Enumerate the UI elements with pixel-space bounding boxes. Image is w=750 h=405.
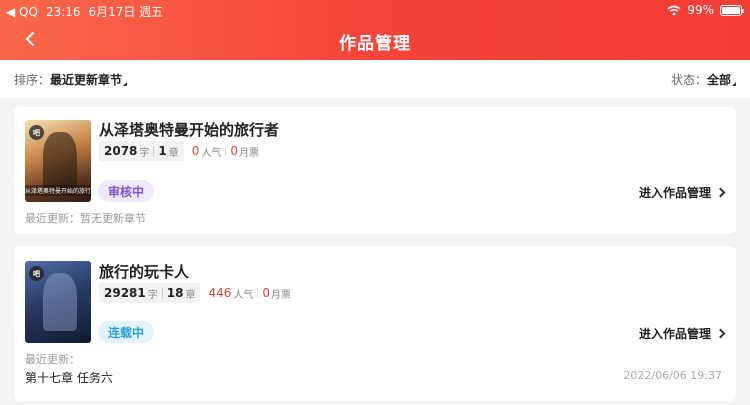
ticket-unit: 月票 bbox=[271, 289, 291, 301]
sort-label: 排序： bbox=[14, 73, 51, 87]
popularity-stats: 0 人气 0 月票 bbox=[192, 144, 259, 159]
app-header: ◀ QQ 23:16 6月17日 週五 99% 作品管理 bbox=[0, 0, 750, 60]
battery-fill bbox=[722, 6, 740, 14]
clock-time: 23:16 bbox=[45, 4, 81, 19]
manage-work-link[interactable]: 进入作品管理 bbox=[638, 325, 726, 342]
work-card[interactable]: 吧 从泽塔奥特曼开始的旅行者 从泽塔奥特曼开始的旅行者 2078 字 1 章 0… bbox=[14, 107, 736, 234]
battery-icon bbox=[720, 4, 744, 16]
word-unit: 字 bbox=[139, 147, 150, 159]
carrier-label[interactable]: ◀ QQ bbox=[6, 5, 38, 19]
status-badge: 审核中 bbox=[98, 180, 155, 202]
book-cover[interactable]: 吧 bbox=[25, 261, 91, 343]
status-bar: ◀ QQ 23:16 6月17日 週五 99% bbox=[0, 0, 750, 20]
word-count: 2078 bbox=[104, 144, 138, 158]
filter-bar: 排序： 最近更新章节 状态： 全部 bbox=[0, 60, 750, 98]
sort-dropdown[interactable]: 排序： 最近更新章节 bbox=[14, 71, 128, 88]
dropdown-corner-icon bbox=[123, 81, 128, 86]
word-chapter-box: 2078 字 1 章 bbox=[99, 141, 184, 161]
chevron-right-icon bbox=[715, 328, 726, 339]
chapter-unit: 章 bbox=[185, 289, 196, 301]
cover-figure bbox=[43, 132, 77, 190]
status-dropdown[interactable]: 状态： 全部 bbox=[671, 71, 736, 88]
cover-figure bbox=[43, 273, 77, 331]
popularity-unit: 人气 bbox=[233, 289, 254, 301]
manage-work-link[interactable]: 进入作品管理 bbox=[638, 184, 726, 201]
latest-chapter-title[interactable]: 第十七章 任务六 bbox=[25, 369, 113, 386]
status-badge: 连载中 bbox=[98, 321, 155, 343]
divider bbox=[161, 287, 163, 299]
manage-work-label: 进入作品管理 bbox=[638, 186, 711, 200]
manage-work-label: 进入作品管理 bbox=[638, 327, 711, 341]
ticket-unit: 月票 bbox=[239, 147, 260, 159]
popularity-count: 446 bbox=[208, 286, 232, 300]
popularity-count: 0 bbox=[191, 144, 200, 158]
divider bbox=[225, 146, 227, 156]
work-stats: 29281 字 18 章 446 人气 0 月票 bbox=[99, 283, 291, 303]
divider bbox=[257, 288, 259, 298]
chevron-right-icon bbox=[715, 187, 726, 198]
work-card[interactable]: 吧 旅行的玩卡人 29281 字 18 章 446 人气 0 月票 连载中 进入… bbox=[14, 246, 736, 401]
wifi-icon bbox=[667, 5, 681, 15]
divider bbox=[153, 145, 155, 157]
cover-badge: 吧 bbox=[29, 266, 44, 281]
ticket-count: 0 bbox=[230, 144, 239, 158]
chapter-count: 1 bbox=[158, 144, 167, 158]
page-title: 作品管理 bbox=[339, 34, 411, 54]
latest-update: 最近更新：暂无更新章节 bbox=[25, 212, 146, 225]
chapter-unit: 章 bbox=[168, 147, 179, 159]
popularity-unit: 人气 bbox=[201, 147, 222, 159]
status-filter-value: 全部 bbox=[706, 73, 731, 87]
battery-percent: 99% bbox=[687, 3, 714, 17]
word-unit: 字 bbox=[147, 289, 158, 301]
ticket-count: 0 bbox=[262, 286, 270, 300]
latest-update-date: 2022/06/06 19:37 bbox=[623, 369, 722, 382]
chapter-count: 18 bbox=[166, 286, 184, 300]
sort-value: 最近更新章节 bbox=[50, 73, 123, 87]
word-count: 29281 bbox=[104, 286, 146, 300]
cover-caption: 从泽塔奥特曼开始的旅行者 bbox=[25, 185, 91, 196]
book-cover[interactable]: 吧 从泽塔奥特曼开始的旅行者 bbox=[25, 120, 91, 202]
cover-badge: 吧 bbox=[29, 125, 44, 140]
nav-bar: 作品管理 bbox=[0, 20, 750, 60]
clock-date: 6月17日 週五 bbox=[88, 5, 164, 19]
dropdown-corner-icon bbox=[732, 81, 736, 86]
work-title[interactable]: 旅行的玩卡人 bbox=[99, 261, 189, 282]
word-chapter-box: 29281 字 18 章 bbox=[99, 283, 201, 303]
popularity-stats: 446 人气 0 月票 bbox=[208, 286, 291, 301]
status-filter-label: 状态： bbox=[670, 73, 707, 87]
work-stats: 2078 字 1 章 0 人气 0 月票 bbox=[99, 141, 259, 161]
work-title[interactable]: 从泽塔奥特曼开始的旅行者 bbox=[99, 119, 279, 140]
latest-update: 最近更新： bbox=[25, 353, 80, 366]
